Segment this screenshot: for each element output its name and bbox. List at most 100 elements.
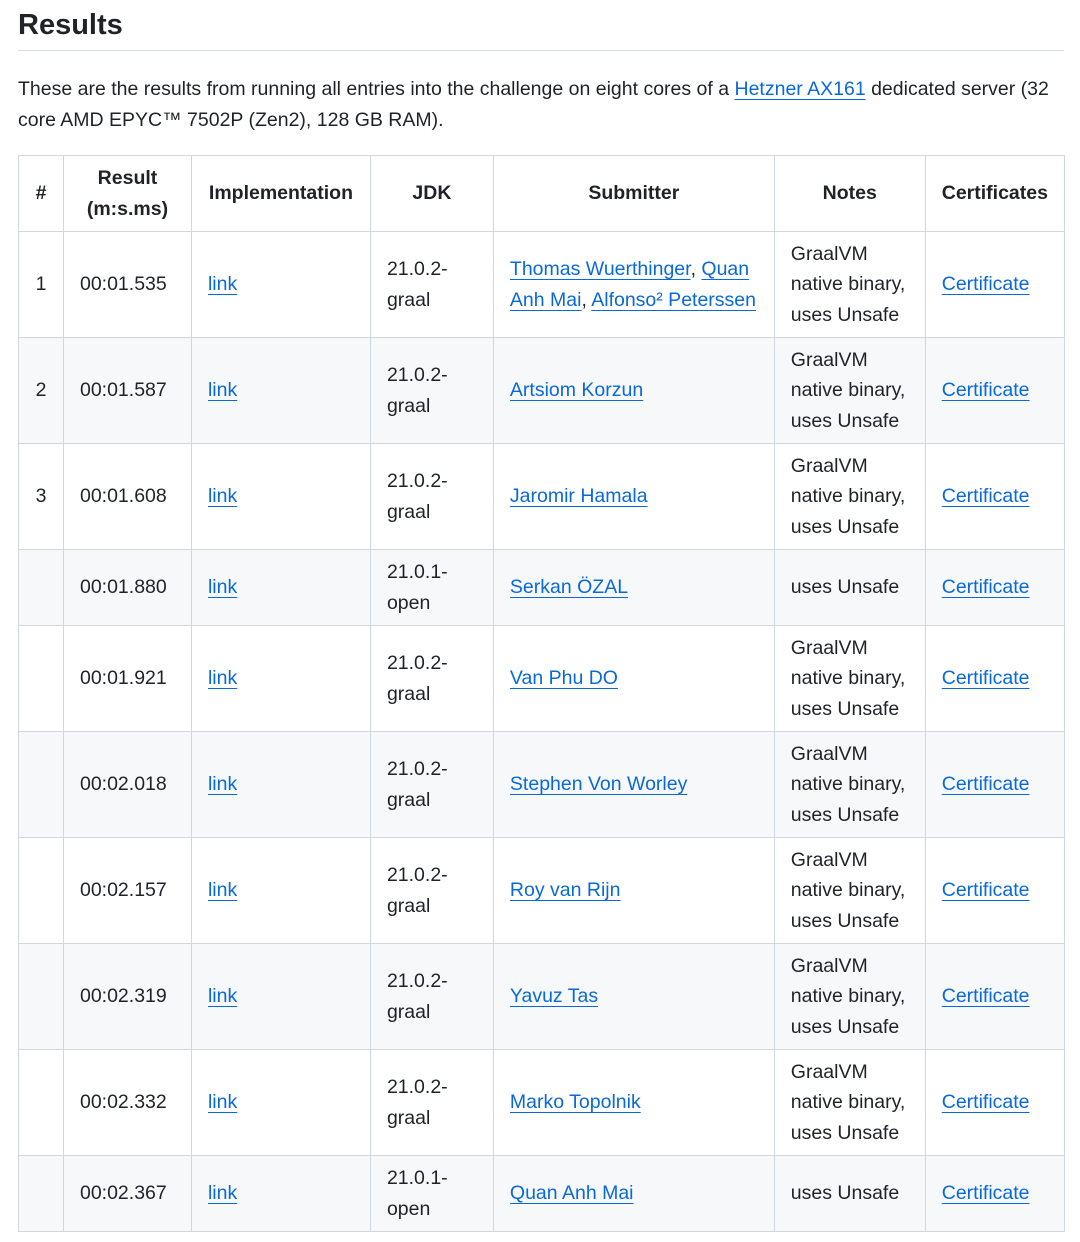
header-jdk: JDK [369,155,494,232]
results-heading: Results [18,0,1064,51]
jdk-version-cell: 21.0.2-graal [369,625,494,732]
submitter-link[interactable]: Van Phu DO [510,667,618,689]
table-header-row: # Result (m:s.ms) Implementation JDK Sub… [18,155,1066,232]
submitter-link[interactable]: Alfonso² Peterssen [591,289,756,311]
certificate-link-cell: Certificate [924,943,1066,1050]
implementation-link[interactable]: link [208,485,237,507]
implementation-link[interactable]: link [208,1182,237,1204]
certificate-link-cell: Certificate [924,625,1066,732]
certificate-link[interactable]: Certificate [942,273,1030,295]
certificate-link-cell: Certificate [924,1155,1066,1232]
certificate-link[interactable]: Certificate [942,379,1030,401]
implementation-link[interactable]: link [208,985,237,1007]
certificate-link[interactable]: Certificate [942,485,1030,507]
certificate-link[interactable]: Certificate [942,879,1030,901]
certificate-link[interactable]: Certificate [942,1182,1030,1204]
notes-text-cell: GraalVM native binary, uses Unsafe [773,731,926,838]
jdk-version-cell: 21.0.1-open [369,1155,494,1232]
implementation-link[interactable]: link [208,379,237,401]
notes-text: GraalVM native binary, uses Unsafe [790,1060,906,1144]
result-time: 00:02.157 [79,879,167,902]
notes-text-cell: GraalVM native binary, uses Unsafe [773,1049,926,1156]
rank-cell: 3 [18,443,64,550]
submitter-link[interactable]: Artsiom Korzun [510,379,643,401]
implementation-link[interactable]: link [208,273,237,295]
submitter-link[interactable]: Roy van Rijn [510,879,621,901]
notes-text-cell: GraalVM native binary, uses Unsafe [773,837,926,944]
submitter-link[interactable]: Yavuz Tas [510,985,598,1007]
header-rank: # [18,155,64,232]
certificate-link-cell: Certificate [924,731,1066,838]
rank-cell [18,943,64,1050]
results-table: # Result (m:s.ms) Implementation JDK Sub… [18,155,1066,1232]
submitter-link[interactable]: Thomas Wuerthinger [510,258,691,280]
result-time-cell: 00:02.319 [62,943,192,1050]
submitter-separator: , [581,288,592,311]
header-certificates: Certificates [924,155,1066,232]
certificate-link-cell: Certificate [924,231,1066,338]
header-implementation: Implementation [190,155,371,232]
certificate-link[interactable]: Certificate [942,667,1030,689]
results-table-body: 1 00:01.535 link 21.0.2-graal Thomas Wuerthi… [18,231,1066,1232]
certificate-link-cell: Certificate [924,443,1066,550]
implementation-link[interactable]: link [208,667,237,689]
notes-text: uses Unsafe [790,1182,900,1205]
implementation-link[interactable]: link [208,576,237,598]
notes-text-cell: GraalVM native binary, uses Unsafe [773,943,926,1050]
jdk-version: 21.0.2-graal [386,364,448,417]
result-time: 00:02.367 [79,1182,167,1205]
header-notes: Notes [773,155,926,232]
submitter-link[interactable]: Marko Topolnik [510,1091,641,1113]
certificate-link-cell: Certificate [924,1049,1066,1156]
jdk-version-cell: 21.0.1-open [369,549,494,626]
intro-text-before: These are the results from running all e… [18,78,735,100]
jdk-version-cell: 21.0.2-graal [369,443,494,550]
table-row: 00:02.157 link 21.0.2-graal Roy van Rijn Gra… [18,837,1066,944]
table-row: 00:02.332 link 21.0.2-graal Marko Topolnik G… [18,1049,1066,1156]
table-row: 3 00:01.608 link 21.0.2-graal Jaromir Hamala… [18,443,1066,550]
submitter-link[interactable]: Serkan ÖZAL [510,576,628,598]
jdk-version: 21.0.2-graal [386,864,448,917]
implementation-link[interactable]: link [208,879,237,901]
result-time-cell: 00:02.367 [62,1155,192,1232]
result-time: 00:01.608 [79,485,167,508]
rank-cell [18,731,64,838]
jdk-version-cell: 21.0.2-graal [369,231,494,338]
results-section: Results These are the results from runni… [0,0,1080,1232]
notes-text: GraalVM native binary, uses Unsafe [790,848,906,932]
rank-cell [18,1155,64,1232]
certificate-link[interactable]: Certificate [942,773,1030,795]
hetzner-link[interactable]: Hetzner AX161 [735,78,866,100]
submitter-cell: Artsiom Korzun [492,337,775,444]
certificate-link[interactable]: Certificate [942,985,1030,1007]
notes-text-cell: GraalVM native binary, uses Unsafe [773,337,926,444]
certificate-link[interactable]: Certificate [942,1091,1030,1113]
header-result: Result (m:s.ms) [62,155,192,232]
result-time-cell: 00:01.535 [62,231,192,338]
certificate-link[interactable]: Certificate [942,576,1030,598]
submitter-link[interactable]: Jaromir Hamala [510,485,648,507]
jdk-version-cell: 21.0.2-graal [369,337,494,444]
implementation-link-cell: link [190,837,371,944]
jdk-version: 21.0.2-graal [386,758,448,811]
submitter-cell: Yavuz Tas [492,943,775,1050]
submitter-cell: Jaromir Hamala [492,443,775,550]
submitter-cell: Van Phu DO [492,625,775,732]
result-time: 00:01.587 [79,379,167,402]
implementation-link-cell: link [190,443,371,550]
table-row: 00:02.367 link 21.0.1-open Quan Anh Mai uses… [18,1155,1066,1232]
implementation-link[interactable]: link [208,773,237,795]
certificate-link-cell: Certificate [924,337,1066,444]
result-time: 00:02.018 [79,773,167,796]
result-time: 00:01.535 [79,273,167,296]
implementation-link-cell: link [190,625,371,732]
submitter-link[interactable]: Stephen Von Worley [510,773,687,795]
notes-text: GraalVM native binary, uses Unsafe [790,954,906,1038]
rank: 1 [35,273,47,296]
header-submitter: Submitter [492,155,775,232]
submitter-link[interactable]: Quan Anh Mai [510,1182,634,1204]
rank-cell [18,549,64,626]
implementation-link[interactable]: link [208,1091,237,1113]
submitter-cell: Quan Anh Mai [492,1155,775,1232]
rank-cell [18,625,64,732]
